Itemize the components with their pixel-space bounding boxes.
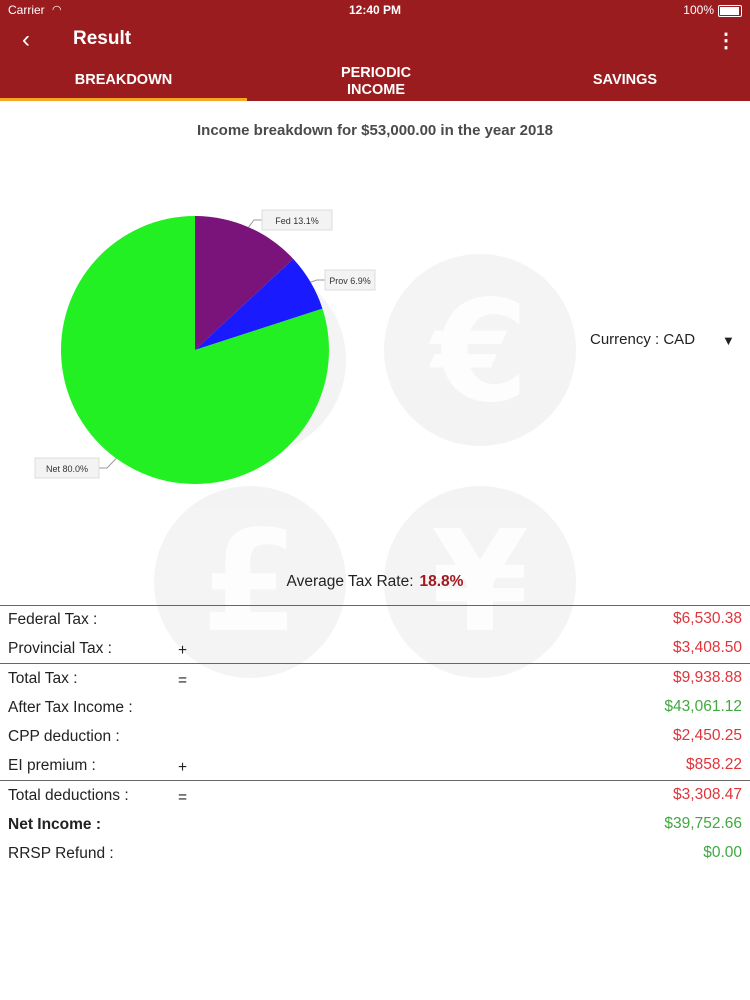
tab-breakdown[interactable]: BREAKDOWN [0,60,247,101]
row-value: $3,308.47 [673,785,742,803]
breakdown-table: Federal Tax : $6,530.38 Provincial Tax :… [0,605,750,869]
tab-periodic-income[interactable]: PERIODIC INCOME [252,63,500,101]
row-value: $0.00 [703,844,742,862]
currency-label: Currency : CAD [590,331,696,348]
row-label: After Tax Income : [8,698,133,716]
breakdown-heading: Income breakdown for $53,000.00 in the y… [196,122,553,139]
row-value: $9,938.88 [673,668,742,686]
page-title: Result [73,28,132,49]
row-provincial-tax: Provincial Tax : + $3,408.50 [0,634,750,663]
pie-label-connector [248,219,262,228]
row-label: RRSP Refund : [8,845,114,863]
dropdown-caret-icon: ▼ [722,333,735,348]
status-bar: Carrier ◠ 12:40 PM 100% [0,0,750,20]
back-icon[interactable]: ‹ [16,26,36,54]
row-value: $6,530.38 [673,610,742,627]
row-label: Net Income : [8,816,102,834]
app-header: Carrier ◠ 12:40 PM 100% ‹ Result ⋮ BREAK… [0,0,750,101]
row-value: $39,752.66 [664,815,742,833]
row-label: CPP deduction : [8,728,120,746]
average-tax-rate-label: Average Tax Rate: [286,573,414,590]
row-value: $858.22 [685,756,742,774]
tab-periodic-income-label: PERIODIC INCOME [340,65,412,98]
battery-icon [718,5,742,17]
row-net-income: Net Income : $39,752.66 [0,810,750,839]
row-cpp-deduction: CPP deduction : $2,450.25 [0,722,750,751]
row-total-deductions: Total deductions : = $3,308.47 [0,781,750,810]
row-operator: = [178,788,188,806]
row-rrsp-refund: RRSP Refund : $0.00 [0,839,750,868]
row-value: $3,408.50 [673,639,742,657]
row-label: EI premium : [8,757,96,775]
row-after-tax-income: After Tax Income : $43,061.12 [0,693,750,722]
battery-percent: 100% [683,3,714,17]
pie-slice-label: Prov 6.9% [329,276,371,286]
average-tax-rate-value: 18.8% [419,573,464,590]
row-federal-tax: Federal Tax : $6,530.38 [0,605,750,634]
row-operator: + [178,759,188,777]
status-time: 12:40 PM [348,3,402,17]
pie-label-connector [99,458,117,469]
row-operator: = [178,671,188,689]
tab-bar: BREAKDOWN PERIODIC INCOME SAVINGS [0,60,750,101]
row-label: Total Tax : [8,669,78,687]
more-options-icon[interactable]: ⋮ [716,28,736,53]
currency-selector[interactable]: Currency : CAD ▼ [590,331,735,348]
tab-savings[interactable]: SAVINGS [500,60,750,101]
tab-selected-indicator [0,98,247,101]
pie-slice-label: Net 80.0% [46,464,88,474]
income-pie-chart: Fed 13.1% Prov 6.9% Net 80.0% [34,209,376,484]
row-value: $2,450.25 [673,727,742,745]
row-ei-premium: EI premium : + $858.22 [0,751,750,780]
pie-slice-label: Fed 13.1% [275,216,319,226]
average-tax-rate: Average Tax Rate: 18.8% [0,573,750,591]
row-value: $43,061.12 [664,697,742,715]
row-total-tax: Total Tax : = $9,938.88 [0,664,750,693]
row-label: Federal Tax : [8,611,98,628]
row-label: Total deductions : [8,786,129,804]
row-operator: + [178,642,188,660]
pie-label-connector [310,279,325,283]
row-label: Provincial Tax : [8,640,112,658]
